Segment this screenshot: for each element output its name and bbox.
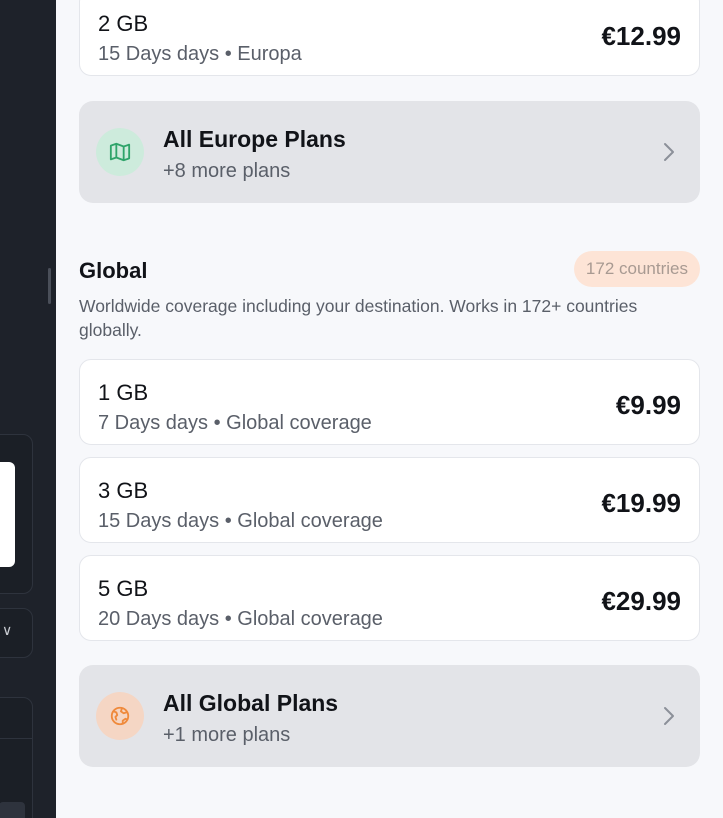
sheet-drag-handle[interactable] [48,268,51,304]
plan-duration-region: 15 Days days • Europa [98,43,302,65]
plan-duration-region: 7 Days days • Global coverage [98,412,372,434]
plan-price: €12.99 [601,21,681,51]
plan-duration-region: 15 Days days • Global coverage [98,510,383,532]
chevron-right-icon [664,707,674,725]
more-plans-count: +8 more plans [163,160,291,182]
background-panel [0,434,33,594]
background-app: ∨ [0,0,56,818]
chevron-right-icon [664,143,674,161]
chevron-down-icon: ∨ [2,622,13,638]
section-description: Worldwide coverage including your destin… [79,296,638,340]
divider [0,738,32,739]
background-panel-lower [0,697,33,818]
plan-price: €19.99 [601,488,681,518]
all-europe-plans-button[interactable]: All Europe Plans +8 more plans [79,101,700,203]
globe-icon [96,692,144,740]
all-global-plans-button[interactable]: All Global Plans +1 more plans [79,665,700,767]
plan-data-size: 1 GB [98,380,149,405]
background-card [0,462,15,567]
map-icon [96,128,144,176]
plan-data-size: 2 GB [98,11,149,36]
section-title-global: Global [79,258,148,283]
plan-card-global-5gb[interactable]: 5 GB 20 Days days • Global coverage €29.… [79,555,700,641]
plan-price: €29.99 [601,586,681,616]
more-plans-title: All Europe Plans [163,126,346,152]
plan-card-global-1gb[interactable]: 1 GB 7 Days days • Global coverage €9.99 [79,359,700,445]
plan-card-europe-2gb[interactable]: 2 GB 15 Days days • Europa €12.99 [79,0,700,76]
plan-data-size: 5 GB [98,576,149,601]
more-plans-count: +1 more plans [163,724,291,746]
background-dropdown: ∨ [0,608,33,658]
background-chip [0,802,25,818]
plan-duration-region: 20 Days days • Global coverage [98,608,383,630]
plan-price: €9.99 [615,390,681,420]
more-plans-title: All Global Plans [163,690,339,716]
plans-sheet: 2 GB 15 Days days • Europa €12.99 All Eu… [56,0,723,818]
plan-card-global-3gb[interactable]: 3 GB 15 Days days • Global coverage €19.… [79,457,700,543]
plan-data-size: 3 GB [98,478,149,503]
country-count-badge: 172 countries [573,251,700,287]
